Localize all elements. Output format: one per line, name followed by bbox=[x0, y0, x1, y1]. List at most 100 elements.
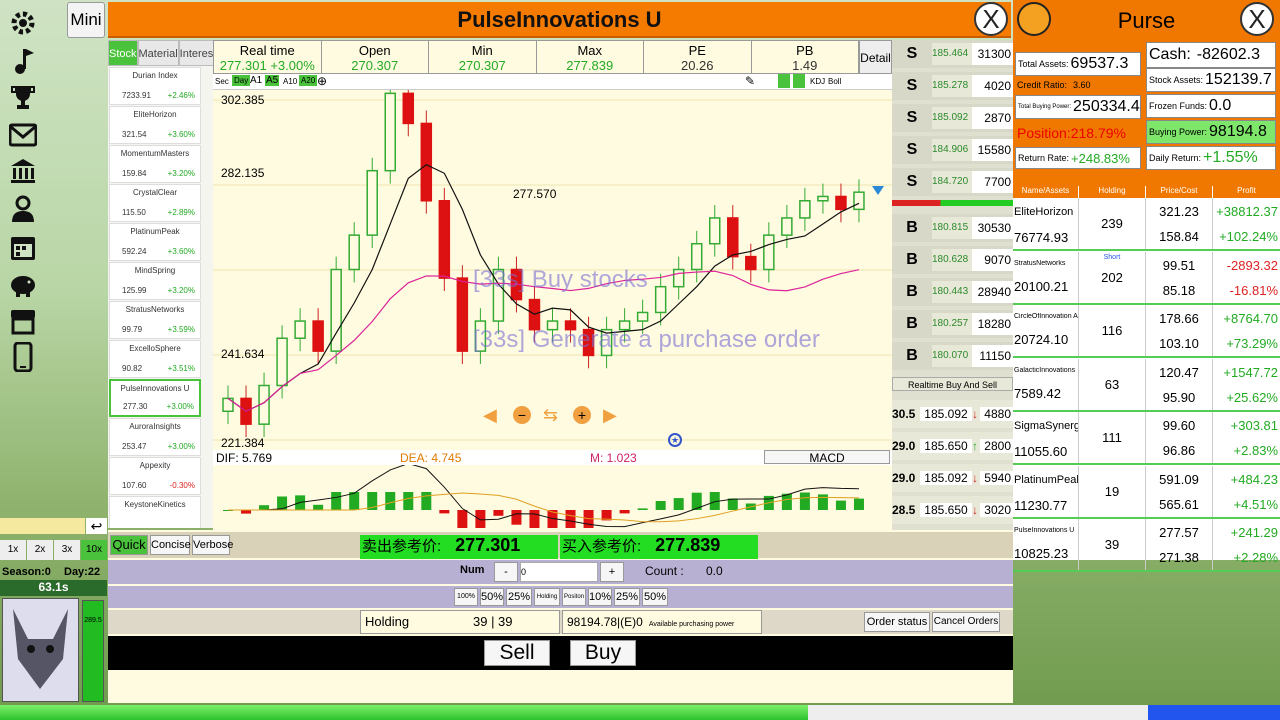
macd-bar bbox=[853, 498, 864, 510]
mail-icon[interactable] bbox=[8, 120, 38, 150]
sell-row-2[interactable]: S 185.278 4020 bbox=[892, 72, 1013, 100]
sell-button[interactable]: Sell bbox=[484, 640, 550, 666]
detail-button[interactable]: Detail bbox=[859, 40, 892, 74]
tool-a10[interactable]: A10 bbox=[283, 77, 297, 86]
mode-concise[interactable]: Concise bbox=[150, 535, 191, 555]
add-indicator-icon[interactable]: ⊕ bbox=[317, 74, 327, 88]
stock-item-durian-index[interactable]: Durian Index 7233.91 +2.46% bbox=[109, 67, 201, 105]
phone-icon[interactable] bbox=[8, 342, 38, 372]
holding-name: PulseInnovations U bbox=[1014, 527, 1075, 534]
bank-icon[interactable] bbox=[8, 156, 38, 186]
ratio-50[interactable]: 50% bbox=[480, 588, 504, 606]
count-value: 0.0 bbox=[706, 564, 723, 578]
holding-row[interactable]: CircleOfInnovation A 20724.10 116 178.66 1… bbox=[1013, 305, 1280, 358]
stock-item-pulseinnovations[interactable]: PulseInnovations U 277.30 +3.00% bbox=[109, 379, 201, 417]
stock-item-crystalclear[interactable]: CrystalClear 115.50 +2.89% bbox=[109, 184, 201, 222]
tool-kdj[interactable]: KDJ bbox=[810, 77, 825, 86]
tab-material[interactable]: Material bbox=[137, 40, 179, 66]
star-marker-icon[interactable]: ★ bbox=[668, 433, 682, 447]
tool-a5[interactable]: A5 bbox=[265, 75, 280, 86]
buy-row-5[interactable]: B 180.070 11150 bbox=[892, 342, 1013, 370]
holding-pct: +2.28% bbox=[1233, 550, 1278, 565]
cancel-orders-button[interactable]: Cancel Orders bbox=[932, 612, 1000, 632]
tool-boll[interactable]: Boll bbox=[828, 77, 841, 86]
piggy-bank-icon[interactable] bbox=[8, 270, 38, 300]
macd-toggle[interactable]: MACD bbox=[764, 450, 890, 465]
buy-row-3[interactable]: B 180.443 28940 bbox=[892, 278, 1013, 306]
candle bbox=[636, 311, 649, 322]
mode-verbose[interactable]: Verbose bbox=[192, 535, 233, 555]
store-icon[interactable] bbox=[8, 306, 38, 336]
zoom-in-icon[interactable]: + bbox=[573, 406, 591, 424]
calendar-icon[interactable] bbox=[8, 232, 38, 262]
buy-row-1[interactable]: B 180.815 30530 bbox=[892, 214, 1013, 242]
candlestick-chart[interactable]: 302.385 282.135 277.570 241.634 221.384 … bbox=[213, 80, 892, 450]
stock-item-mindspring[interactable]: MindSpring 125.99 +3.20% bbox=[109, 262, 201, 300]
eraser-icon[interactable]: ✎ bbox=[745, 74, 755, 88]
holding-row[interactable]: GalacticInnovations 7589.42 63 120.47 95.9… bbox=[1013, 358, 1280, 412]
mode-position[interactable]: Positon bbox=[562, 588, 586, 606]
stock-item-platinumpeak[interactable]: PlatinumPeak 592.24 +3.60% bbox=[109, 223, 201, 261]
qty-plus-button[interactable]: + bbox=[600, 562, 624, 582]
stock-item-elitehorizon[interactable]: EliteHorizon 321.54 +3.60% bbox=[109, 106, 201, 144]
ratio-50b[interactable]: 50% bbox=[642, 588, 668, 606]
sell-row-5[interactable]: S 184.720 7700 bbox=[892, 168, 1013, 196]
zoom-out-icon[interactable]: − bbox=[513, 406, 531, 424]
holding-row[interactable]: EliteHorizon 76774.93 239 321.23 158.84 +3… bbox=[1013, 198, 1280, 251]
macd-bar bbox=[727, 498, 738, 510]
stock-item-aurorainsights[interactable]: AuroraInsights 253.47 +3.00% bbox=[109, 418, 201, 456]
trophy-icon[interactable] bbox=[8, 82, 38, 112]
gear-icon[interactable] bbox=[8, 8, 38, 38]
line-tool-icon[interactable] bbox=[793, 74, 805, 88]
ratio-25b[interactable]: 25% bbox=[614, 588, 640, 606]
quantity-input[interactable] bbox=[520, 562, 598, 582]
sell-row-1[interactable]: S 185.464 31300 bbox=[892, 40, 1013, 68]
crosshair-icon[interactable] bbox=[778, 74, 790, 88]
ratio-10[interactable]: 10% bbox=[588, 588, 612, 606]
buy-row-2[interactable]: B 180.628 9070 bbox=[892, 246, 1013, 274]
speed-10x[interactable]: 10x bbox=[81, 540, 107, 560]
holding-row[interactable]: PlatinumPeak 11230.77 19 591.09 565.61 +48… bbox=[1013, 465, 1280, 519]
speed-1x[interactable]: 1x bbox=[0, 540, 26, 560]
macd-bar bbox=[313, 504, 324, 510]
close-stock-window-button[interactable]: X bbox=[974, 2, 1008, 36]
order-status-button[interactable]: Order status bbox=[864, 612, 930, 632]
speed-2x[interactable]: 2x bbox=[27, 540, 53, 560]
tab-stock[interactable]: Stock bbox=[108, 40, 138, 66]
tool-a1[interactable]: A1 bbox=[250, 75, 262, 86]
ratio-100[interactable]: 100% bbox=[454, 588, 478, 606]
ratio-25[interactable]: 25% bbox=[506, 588, 532, 606]
scroll-left-icon[interactable]: ◀ bbox=[483, 405, 497, 426]
stock-item-excellosphere[interactable]: ExcelloSphere 90.82 +3.51% bbox=[109, 340, 201, 378]
holding-row[interactable]: PulseInnovations U 10825.23 39 277.57 271.… bbox=[1013, 519, 1280, 572]
tool-sec[interactable]: Sec bbox=[215, 77, 229, 86]
stock-item-stratusnetworks[interactable]: StratusNetworks 99.79 +3.59% bbox=[109, 301, 201, 339]
husky-avatar[interactable] bbox=[2, 598, 79, 702]
holding-row[interactable]: StratusNetworks 20100.21 Short 202 99.51 85… bbox=[1013, 251, 1280, 305]
music-note-icon[interactable] bbox=[8, 46, 38, 76]
sell-row-3[interactable]: S 185.092 2870 bbox=[892, 104, 1013, 132]
macd-bar bbox=[529, 510, 540, 528]
qty-minus-button[interactable]: - bbox=[494, 562, 518, 582]
mode-holding[interactable]: Holding bbox=[534, 588, 560, 606]
buy-button[interactable]: Buy bbox=[570, 640, 636, 666]
buy-row-4[interactable]: B 180.257 18280 bbox=[892, 310, 1013, 338]
tab-interest[interactable]: Interest bbox=[178, 40, 218, 66]
holding-row[interactable]: SigmaSynergies 11055.60 111 99.60 96.86 +3… bbox=[1013, 412, 1280, 465]
info-pb: PB 1.49 bbox=[792, 43, 818, 73]
scroll-right-icon[interactable]: ▶ bbox=[603, 405, 617, 426]
close-purse-button[interactable]: X bbox=[1240, 2, 1274, 36]
mode-quick[interactable]: Quick bbox=[110, 535, 148, 555]
tool-a20[interactable]: A20 bbox=[299, 75, 318, 86]
stock-item-appexity[interactable]: Appexity 107.60 -0.30% bbox=[109, 457, 201, 495]
info-pe: PE 20.26 bbox=[644, 41, 752, 73]
user-icon[interactable] bbox=[8, 194, 38, 224]
return-icon[interactable]: ↩ bbox=[86, 518, 107, 534]
reset-icon[interactable]: ⇆ bbox=[543, 405, 558, 426]
stock-item-momentummasters[interactable]: MomentumMasters 159.84 +3.20% bbox=[109, 145, 201, 183]
sell-row-4[interactable]: S 184.906 15580 bbox=[892, 136, 1013, 164]
tool-day[interactable]: Day bbox=[232, 75, 251, 86]
stock-item-keystonekinetics[interactable]: KeystoneKinetics bbox=[109, 496, 201, 528]
speed-3x[interactable]: 3x bbox=[54, 540, 80, 560]
mini-button[interactable]: Mini bbox=[67, 2, 105, 38]
